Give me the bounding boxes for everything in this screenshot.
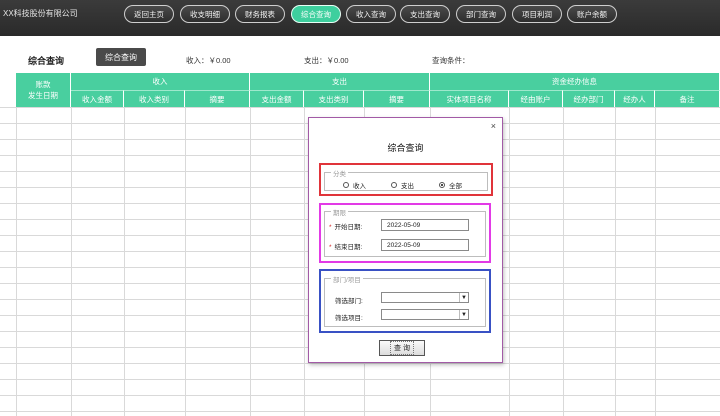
col-entity-name[interactable]: 实体项目名称 — [430, 90, 509, 107]
company-name: XX科技股份有限公司 — [3, 9, 78, 18]
nav-income-query[interactable]: 收入查询 — [346, 5, 396, 23]
category-group-label: 分类 — [331, 168, 348, 178]
period-group-label: 期限 — [331, 207, 348, 217]
col-income-summary[interactable]: 摘要 — [185, 90, 250, 107]
radio-all-icon — [439, 182, 445, 188]
start-date-label: * 开始日期: — [329, 221, 362, 231]
grid-line — [250, 107, 251, 416]
grid-line — [615, 107, 616, 416]
col-account[interactable]: 经由账户 — [509, 90, 563, 107]
radio-income-label: 收入 — [353, 183, 366, 190]
grid-line — [563, 107, 564, 416]
nav-reports[interactable]: 财务报表 — [235, 5, 285, 23]
radio-income-icon — [343, 182, 349, 188]
start-date-input[interactable]: 2022-05-09 — [381, 219, 469, 231]
query-conditions: 查询条件： — [432, 56, 470, 65]
fund-group-header: 资金经办信息 — [430, 73, 720, 90]
dept-filter-label: 筛选部门: — [335, 298, 363, 305]
required-mark: * — [329, 224, 332, 231]
radio-income[interactable]: 收入 — [343, 180, 366, 190]
col-expense-summary[interactable]: 摘要 — [364, 90, 430, 107]
end-date-input[interactable]: 2022-05-09 — [381, 239, 469, 251]
col-expense-type[interactable]: 支出类别 — [304, 90, 364, 107]
nav-expense-query[interactable]: 支出查询 — [400, 5, 450, 23]
dept-select[interactable]: ▼ — [381, 292, 469, 303]
radio-expense-icon — [391, 182, 397, 188]
col-handler[interactable]: 经办人 — [615, 90, 655, 107]
chevron-down-icon: ▼ — [459, 293, 468, 302]
top-bar: XX科技股份有限公司 返回主页 收支明细 财务报表 综合查询 收入查询 支出查询… — [0, 0, 720, 36]
col-income-amount[interactable]: 收入金额 — [71, 90, 124, 107]
close-icon[interactable]: × — [491, 121, 496, 131]
nav-project-profit[interactable]: 项目利润 — [512, 5, 562, 23]
dept-project-group-label: 部门/项目 — [331, 274, 363, 284]
chevron-down-icon: ▼ — [459, 310, 468, 319]
start-date-label-text: 开始日期: — [334, 224, 363, 231]
nav-general-query[interactable]: 综合查询 — [291, 5, 341, 23]
query-submit-label: 查 询 — [390, 341, 414, 355]
nav-account-balance[interactable]: 账户余额 — [567, 5, 617, 23]
radio-expense-label: 支出 — [401, 183, 414, 190]
required-mark: * — [329, 244, 332, 251]
col-department[interactable]: 经办部门 — [563, 90, 615, 107]
date-header[interactable]: 账款 发生日期 — [16, 73, 71, 107]
radio-all[interactable]: 全部 — [439, 180, 462, 190]
grid-line — [655, 107, 656, 416]
grid-line — [16, 107, 17, 416]
expense-group-header: 支出 — [250, 73, 430, 90]
date-header-line1: 账款 — [35, 80, 51, 89]
grid-line — [185, 107, 186, 416]
radio-all-label: 全部 — [449, 183, 462, 190]
project-filter-label: 筛选项目: — [335, 315, 363, 322]
general-query-dialog: × 综合查询 分类 收入 支出 全部 期限 * 开始日期: 2022-05-09 … — [308, 117, 503, 363]
end-date-label-text: 结束日期: — [334, 244, 363, 251]
col-income-type[interactable]: 收入类别 — [124, 90, 185, 107]
nav-home[interactable]: 返回主页 — [124, 5, 174, 23]
nav-details[interactable]: 收支明细 — [180, 5, 230, 23]
grid-line — [304, 107, 305, 416]
dialog-title: 综合查询 — [387, 143, 424, 153]
income-total: 收入：￥0.00 — [186, 56, 231, 65]
income-group-header: 收入 — [71, 73, 250, 90]
project-select[interactable]: ▼ — [381, 309, 469, 320]
end-date-label: * 结束日期: — [329, 241, 362, 251]
col-note[interactable]: 备注 — [655, 90, 720, 107]
query-submit-button[interactable]: 查 询 — [379, 340, 425, 356]
date-header-line2: 发生日期 — [28, 91, 58, 100]
col-expense-amount[interactable]: 支出金额 — [250, 90, 304, 107]
grid-line — [124, 107, 125, 416]
radio-expense[interactable]: 支出 — [391, 180, 414, 190]
grid-line — [71, 107, 72, 416]
nav-dept-query[interactable]: 部门查询 — [456, 5, 506, 23]
grid-line — [509, 107, 510, 416]
expense-total: 支出：￥0.00 — [304, 56, 349, 65]
page-title: 综合查询 — [28, 56, 65, 66]
app-window: XX科技股份有限公司 返回主页 收支明细 财务报表 综合查询 收入查询 支出查询… — [0, 0, 720, 416]
general-query-button[interactable]: 综合查询 — [96, 48, 146, 66]
